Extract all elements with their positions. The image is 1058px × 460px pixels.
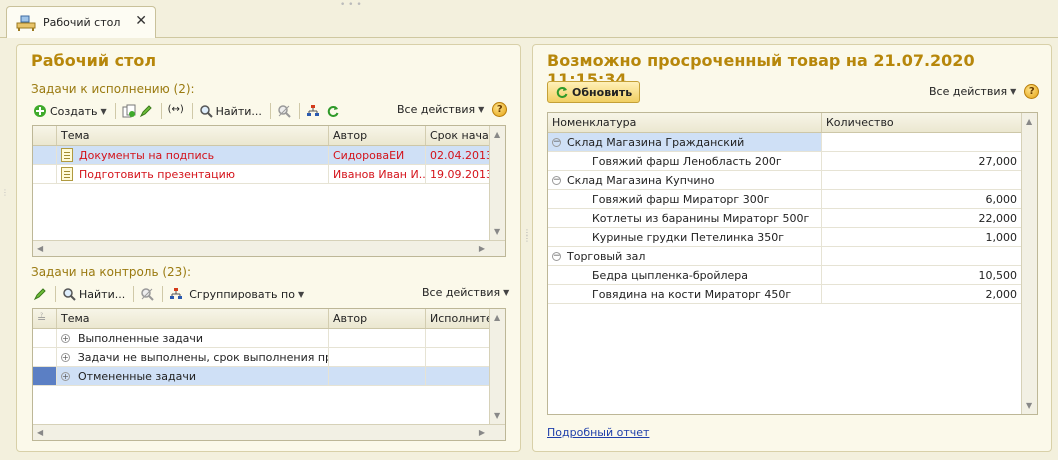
table-row[interactable]: − Склад Магазина Гражданский (548, 133, 1037, 152)
tab-title: Рабочий стол (43, 16, 121, 29)
col-executor[interactable]: Исполнитеъ (426, 309, 491, 328)
collapse-icon[interactable]: − (552, 137, 561, 147)
tab-bar: Рабочий стол ✕ • • • (0, 0, 1058, 38)
edit-icon[interactable] (33, 287, 47, 301)
create-button[interactable]: Создать ▼ (33, 104, 107, 118)
table-row[interactable]: Говяжий фарш Ленобласть 200г 27,000 (548, 152, 1037, 171)
desktop-icon (15, 14, 37, 32)
search-icon (62, 287, 76, 301)
table-row[interactable]: Бедра цыпленка-бройлера 10,500 (548, 266, 1037, 285)
sort-icon[interactable]: ≟ (33, 309, 57, 328)
help-icon[interactable]: ? (492, 102, 508, 117)
task-doc-icon (61, 167, 73, 181)
col-topic[interactable]: Тема (57, 126, 329, 145)
tab-desktop[interactable]: Рабочий стол ✕ (6, 6, 156, 38)
collapse-icon[interactable]: − (552, 251, 561, 261)
help-icon[interactable]: ? (1024, 84, 1040, 99)
all-actions-menu[interactable]: Все действия ▼ ? (929, 84, 1040, 99)
col-start-date[interactable]: Срок начал (426, 126, 491, 145)
table-row[interactable]: + Выполненные задачи (33, 329, 505, 348)
page-title: Рабочий стол (31, 51, 157, 70)
collapse-icon[interactable]: − (552, 175, 561, 185)
find-button[interactable]: Найти... (199, 104, 262, 118)
expand-icon[interactable]: + (61, 371, 70, 381)
close-icon[interactable]: ✕ (135, 14, 147, 28)
col-quantity[interactable]: Количество (822, 113, 1022, 132)
find-button[interactable]: Найти... (62, 287, 125, 301)
all-actions-menu[interactable]: Все действия ▼ ? (397, 102, 508, 117)
table-row[interactable]: − Торговый зал (548, 247, 1037, 266)
col-author[interactable]: Автор (329, 126, 426, 145)
tasks-exec-table[interactable]: Тема Автор Срок начал Документы на подпи… (32, 125, 506, 257)
col-author[interactable]: Автор (329, 309, 426, 328)
expand-icon[interactable]: + (61, 352, 70, 362)
table-row[interactable]: Подготовить презентацию Иванов Иван И...… (33, 165, 505, 184)
col-topic[interactable]: Тема (57, 309, 329, 328)
tasks-exec-label: Задачи к исполнению (2): (31, 82, 195, 96)
refresh-button[interactable]: Обновить (547, 81, 641, 103)
vertical-scrollbar[interactable]: ▲ ▼ (1021, 113, 1037, 414)
search-icon (199, 104, 213, 118)
table-header: ≟ Тема Автор Исполнитеъ (33, 309, 505, 329)
table-row[interactable]: Говяжий фарш Мираторг 300г 6,000 (548, 190, 1037, 209)
hierarchy-icon[interactable] (306, 104, 320, 118)
table-row[interactable]: + Отмененные задачи (33, 367, 505, 386)
refresh-icon (555, 85, 569, 99)
table-row[interactable]: Котлеты из баранины Мираторг 500г 22,000 (548, 209, 1037, 228)
task-doc-icon (61, 148, 73, 162)
add-icon (33, 104, 47, 118)
expired-goods-table[interactable]: Номенклатура Количество − Склад Магазина … (547, 112, 1038, 415)
detailed-report-link[interactable]: Подробный отчет (547, 426, 649, 439)
table-row[interactable]: Документы на подпись СидороваЕИ 02.04.20… (33, 146, 505, 165)
vertical-scrollbar[interactable]: ▲ ▼ (489, 126, 505, 240)
all-actions-menu[interactable]: Все действия ▼ (422, 286, 509, 299)
redirect-icon[interactable]: (↔) (168, 104, 184, 118)
tasks-control-table[interactable]: ≟ Тема Автор Исполнитеъ +Выполненные зад… (32, 308, 506, 441)
table-header: Тема Автор Срок начал (33, 126, 505, 146)
panel-splitter[interactable]: ⋮ ⋮ (523, 229, 531, 243)
expand-icon[interactable]: + (61, 333, 70, 343)
col-nomenclature[interactable]: Номенклатура (548, 113, 822, 132)
refresh-icon[interactable] (326, 104, 340, 118)
horizontal-scrollbar[interactable]: ◀ ▶ (33, 424, 505, 440)
table-row[interactable]: Куриные грудки Петелинка 350г 1,000 (548, 228, 1037, 247)
expired-goods-panel: Возможно просроченный товар на 21.07.202… (532, 44, 1052, 452)
desktop-panel: Рабочий стол Задачи к исполнению (2): Со… (16, 44, 521, 452)
table-header: Номенклатура Количество (548, 113, 1037, 133)
clear-search-icon[interactable] (140, 287, 154, 301)
drag-handle-icon[interactable]: • • • (340, 0, 362, 10)
tasks-control-label: Задачи на контроль (23): (31, 265, 192, 279)
table-row[interactable]: Говядина на кости Мираторг 450г 2,000 (548, 285, 1037, 304)
table-row[interactable]: + Задачи не выполнены, срок выполнения пр… (33, 348, 505, 367)
clear-search-icon[interactable] (277, 104, 291, 118)
copy-icon[interactable] (122, 104, 136, 118)
hierarchy-icon[interactable] (169, 287, 183, 301)
horizontal-scrollbar[interactable]: ◀ ▶ (33, 240, 505, 256)
vertical-scrollbar[interactable]: ▲ ▼ (489, 309, 505, 424)
table-row[interactable]: − Склад Магазина Купчино (548, 171, 1037, 190)
edit-icon[interactable] (139, 104, 153, 118)
left-edge-handle[interactable]: ⋮ (1, 189, 9, 197)
group-by-button[interactable]: Сгруппировать по ▼ (189, 288, 304, 301)
